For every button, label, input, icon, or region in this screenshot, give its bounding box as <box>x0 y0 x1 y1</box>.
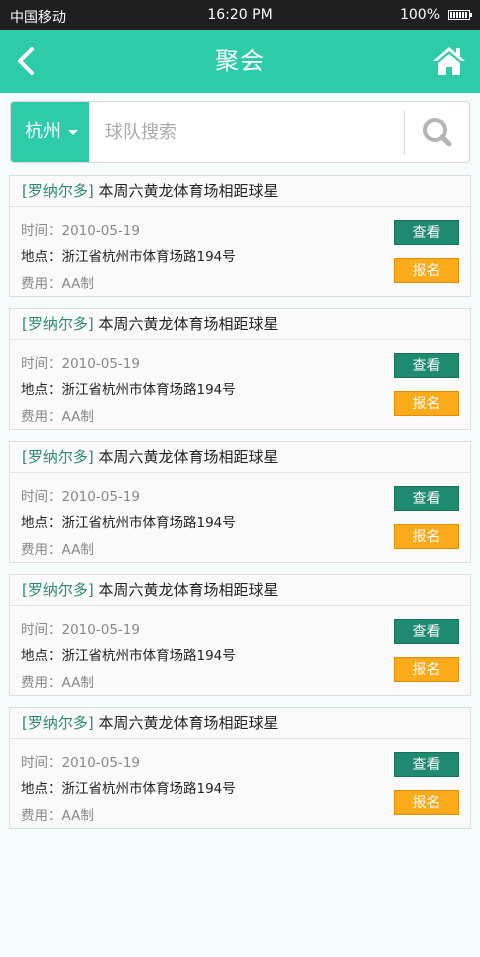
event-time: 时间：2010-05-19 <box>21 489 140 505</box>
event-fee: 费用：AA制 <box>21 276 94 292</box>
search-bar: 杭州 <box>10 101 470 163</box>
event-title: [罗纳尔多] 本周六黄龙体育场相距球星 <box>10 575 470 606</box>
status-bar: 中国移动 16:20 PM 100% <box>0 0 480 30</box>
event-title: [罗纳尔多] 本周六黄龙体育场相距球星 <box>10 442 470 473</box>
event-fee: 费用：AA制 <box>21 675 94 691</box>
search-divider <box>404 111 405 155</box>
view-button[interactable]: 查看 <box>394 353 459 378</box>
event-place: 地点：浙江省杭州市体育场路194号 <box>21 249 236 265</box>
signup-button[interactable]: 报名 <box>394 657 459 682</box>
team-search-input[interactable] <box>91 103 403 161</box>
event-card[interactable]: [罗纳尔多] 本周六黄龙体育场相距球星 时间：2010-05-19 地点：浙江省… <box>9 441 471 563</box>
search-icon <box>423 118 452 147</box>
event-list: [罗纳尔多] 本周六黄龙体育场相距球星 时间：2010-05-19 地点：浙江省… <box>9 175 471 840</box>
event-time: 时间：2010-05-19 <box>21 223 140 239</box>
event-title-text: 本周六黄龙体育场相距球星 <box>93 714 279 732</box>
event-fee: 费用：AA制 <box>21 542 94 558</box>
event-title-text: 本周六黄龙体育场相距球星 <box>93 448 279 466</box>
event-card[interactable]: [罗纳尔多] 本周六黄龙体育场相距球星 时间：2010-05-19 地点：浙江省… <box>9 574 471 696</box>
event-place: 地点：浙江省杭州市体育场路194号 <box>21 781 236 797</box>
signup-button[interactable]: 报名 <box>394 391 459 416</box>
event-team: [罗纳尔多] <box>22 182 94 200</box>
city-label: 杭州 <box>25 121 61 142</box>
signup-button[interactable]: 报名 <box>394 258 459 283</box>
event-title: [罗纳尔多] 本周六黄龙体育场相距球星 <box>10 176 470 207</box>
event-title-text: 本周六黄龙体育场相距球星 <box>93 182 279 200</box>
event-fee: 费用：AA制 <box>21 808 94 824</box>
event-title-text: 本周六黄龙体育场相距球星 <box>93 581 279 599</box>
home-button[interactable] <box>432 44 466 78</box>
home-icon <box>433 47 465 75</box>
city-selector[interactable]: 杭州 <box>11 102 89 162</box>
event-time: 时间：2010-05-19 <box>21 356 140 372</box>
event-team: [罗纳尔多] <box>22 448 94 466</box>
event-team: [罗纳尔多] <box>22 315 94 333</box>
event-time: 时间：2010-05-19 <box>21 755 140 771</box>
app-header: 聚会 <box>0 30 480 93</box>
event-place: 地点：浙江省杭州市体育场路194号 <box>21 648 236 664</box>
caret-down-icon <box>68 130 78 135</box>
search-button[interactable] <box>415 112 459 152</box>
view-button[interactable]: 查看 <box>394 486 459 511</box>
event-card[interactable]: [罗纳尔多] 本周六黄龙体育场相距球星 时间：2010-05-19 地点：浙江省… <box>9 707 471 829</box>
signup-button[interactable]: 报名 <box>394 790 459 815</box>
event-place: 地点：浙江省杭州市体育场路194号 <box>21 515 236 531</box>
signup-button[interactable]: 报名 <box>394 524 459 549</box>
event-title: [罗纳尔多] 本周六黄龙体育场相距球星 <box>10 708 470 739</box>
event-title-text: 本周六黄龙体育场相距球星 <box>93 315 279 333</box>
battery-icon <box>448 10 472 20</box>
event-card[interactable]: [罗纳尔多] 本周六黄龙体育场相距球星 时间：2010-05-19 地点：浙江省… <box>9 308 471 430</box>
event-title: [罗纳尔多] 本周六黄龙体育场相距球星 <box>10 309 470 340</box>
battery-percent: 100% <box>399 7 440 23</box>
view-button[interactable]: 查看 <box>394 220 459 245</box>
event-team: [罗纳尔多] <box>22 714 94 732</box>
event-time: 时间：2010-05-19 <box>21 622 140 638</box>
page-title: 聚会 <box>215 47 265 75</box>
event-team: [罗纳尔多] <box>22 581 94 599</box>
event-fee: 费用：AA制 <box>21 409 94 425</box>
event-place: 地点：浙江省杭州市体育场路194号 <box>21 382 236 398</box>
event-card[interactable]: [罗纳尔多] 本周六黄龙体育场相距球星 时间：2010-05-19 地点：浙江省… <box>9 175 471 297</box>
view-button[interactable]: 查看 <box>394 619 459 644</box>
view-button[interactable]: 查看 <box>394 752 459 777</box>
